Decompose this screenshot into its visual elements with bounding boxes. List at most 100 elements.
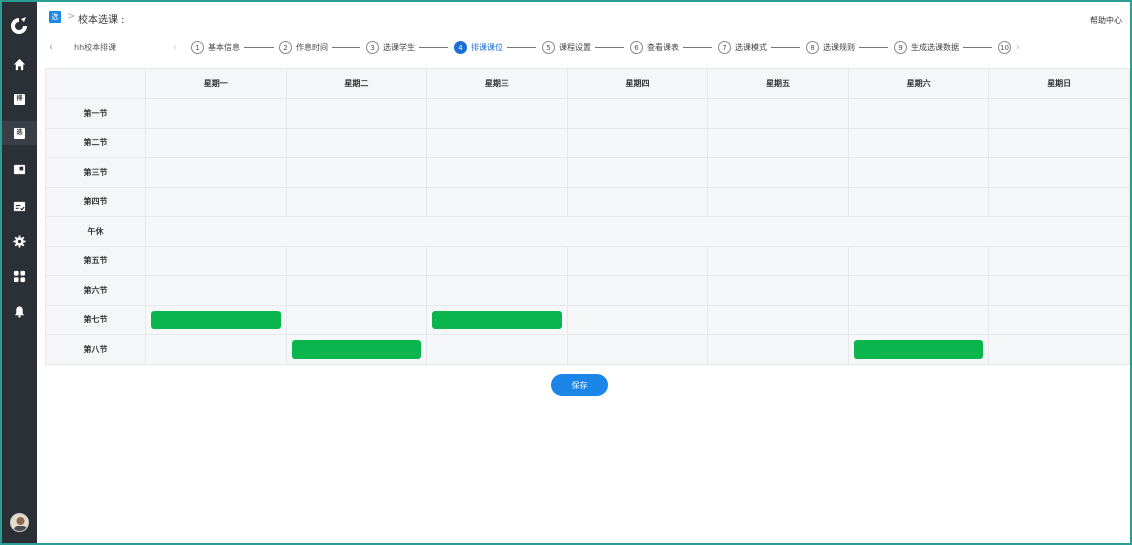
timetable-slot[interactable] — [847, 186, 990, 217]
timetable-slot[interactable] — [847, 245, 990, 276]
step-connector — [419, 47, 448, 48]
timetable-slot[interactable] — [145, 275, 287, 306]
page-title[interactable]: 校本选课 : — [78, 11, 125, 26]
timetable-slot[interactable] — [145, 245, 287, 276]
timetable-slot[interactable] — [285, 186, 428, 217]
timetable-slot[interactable] — [988, 186, 1130, 217]
timetable-slot[interactable] — [847, 127, 990, 158]
timetable-slot[interactable] — [566, 98, 709, 129]
back-chevron-icon[interactable]: ‹ — [49, 42, 53, 53]
book-icon — [13, 164, 26, 174]
timetable-slot[interactable] — [285, 98, 428, 129]
timetable-slot[interactable] — [426, 334, 568, 365]
step-view-timetable[interactable]: 6 查看课表 — [630, 41, 712, 54]
sidebar-item-settings[interactable] — [2, 229, 37, 253]
step-students[interactable]: 3 选课学生 — [366, 41, 448, 54]
plan-name: hh校本排课 — [74, 43, 117, 52]
timetable-slot[interactable] — [707, 245, 849, 276]
timetable-slot[interactable] — [988, 245, 1130, 276]
sidebar-item-apps[interactable] — [2, 264, 37, 288]
timetable-slot[interactable] — [847, 275, 990, 306]
timetable-header-row: 星期一 星期二 星期三 星期四 星期五 星期六 星期日 — [45, 68, 1130, 99]
timetable-slot[interactable] — [426, 127, 568, 158]
help-center-link[interactable]: 帮助中心 — [1090, 15, 1122, 26]
timetable-slot[interactable] — [285, 275, 428, 306]
timetable-slot[interactable] — [707, 98, 849, 129]
timetable-slot[interactable] — [426, 275, 568, 306]
timetable-slot[interactable] — [285, 127, 428, 158]
steps-scroll-left-icon[interactable]: ‹ — [173, 42, 177, 53]
timetable-slot[interactable] — [988, 334, 1130, 365]
step-label: 排课课位 — [471, 43, 503, 52]
timetable-row: 第八节 — [45, 334, 1130, 365]
timetable-slot[interactable] — [847, 157, 990, 188]
step-basic-info[interactable]: 1 基本信息 — [191, 41, 274, 54]
timetable-slot[interactable] — [145, 98, 287, 129]
step-selection-rules[interactable]: 8 选课规则 — [806, 41, 888, 54]
sidebar-item-home[interactable] — [2, 52, 37, 76]
step-selection-mode[interactable]: 7 选课模式 — [718, 41, 800, 54]
step-schedule-time[interactable]: 2 作息时间 — [279, 41, 360, 54]
sidebar-item-evaluation[interactable] — [2, 194, 37, 218]
timetable-slot[interactable] — [285, 157, 428, 188]
timetable-slot[interactable] — [285, 245, 428, 276]
selected-slot-block[interactable] — [291, 340, 422, 359]
step-number: 6 — [630, 41, 643, 54]
timetable-slot[interactable] — [707, 275, 849, 306]
sidebar-item-course-select[interactable]: 选 — [2, 121, 37, 145]
timetable-slot[interactable] — [145, 334, 287, 365]
timetable-slot[interactable] — [426, 157, 568, 188]
timetable-slot[interactable] — [707, 127, 849, 158]
timetable-slot[interactable] — [988, 98, 1130, 129]
step-connector — [507, 47, 536, 48]
timetable-slot[interactable] — [566, 275, 709, 306]
timetable-slot[interactable] — [566, 245, 709, 276]
timetable-slot[interactable] — [707, 186, 849, 217]
timetable-slot[interactable] — [988, 275, 1130, 306]
timetable-slot[interactable] — [285, 334, 428, 365]
timetable-slot[interactable] — [566, 186, 709, 217]
timetable-slot[interactable] — [145, 304, 287, 335]
timetable-slot[interactable] — [988, 127, 1130, 158]
selected-slot-block[interactable] — [432, 310, 562, 329]
timetable-slot[interactable] — [566, 304, 709, 335]
app-badge[interactable]: 选 — [49, 11, 61, 23]
timetable-slot[interactable] — [145, 186, 287, 217]
timetable-slot[interactable] — [285, 304, 428, 335]
step-label: 生成选课数据 — [911, 43, 959, 52]
timetable-slot[interactable] — [707, 157, 849, 188]
step-course-slots[interactable]: 4 排课课位 — [454, 41, 536, 54]
sidebar-item-schedule[interactable]: 排 — [2, 87, 37, 111]
timetable-slot[interactable] — [426, 245, 568, 276]
timetable-slot[interactable] — [566, 334, 709, 365]
sidebar-item-book[interactable] — [2, 157, 37, 181]
avatar[interactable] — [10, 513, 29, 532]
sidebar-item-notifications[interactable] — [2, 299, 37, 323]
save-button[interactable]: 保存 — [551, 374, 608, 396]
step-ten[interactable]: 10 — [998, 41, 1011, 54]
timetable-slot[interactable] — [426, 98, 568, 129]
timetable-slot[interactable] — [145, 127, 287, 158]
timetable-slot[interactable] — [847, 334, 990, 365]
steps-scroll-right-icon[interactable]: › — [1016, 42, 1020, 53]
timetable-slot[interactable] — [988, 304, 1130, 335]
step-course-settings[interactable]: 5 课程设置 — [542, 41, 624, 54]
selected-slot-block[interactable] — [853, 340, 984, 359]
timetable-slot[interactable] — [426, 304, 568, 335]
top-bar: 选 > 校本选课 : 帮助中心 — [37, 2, 1130, 32]
timetable-slot[interactable] — [988, 157, 1130, 188]
day-header: 星期四 — [566, 68, 709, 99]
step-generate-data[interactable]: 9 生成选课数据 — [894, 41, 992, 54]
timetable-slot[interactable] — [707, 334, 849, 365]
step-connector — [859, 47, 888, 48]
timetable-slot[interactable] — [707, 304, 849, 335]
step-label: 选课规则 — [823, 43, 855, 52]
apps-icon — [13, 270, 26, 282]
selected-slot-block[interactable] — [151, 310, 281, 329]
timetable-slot[interactable] — [426, 186, 568, 217]
timetable-slot[interactable] — [847, 98, 990, 129]
timetable-slot[interactable] — [566, 127, 709, 158]
timetable-slot[interactable] — [566, 157, 709, 188]
timetable-slot[interactable] — [847, 304, 990, 335]
timetable-slot[interactable] — [145, 157, 287, 188]
